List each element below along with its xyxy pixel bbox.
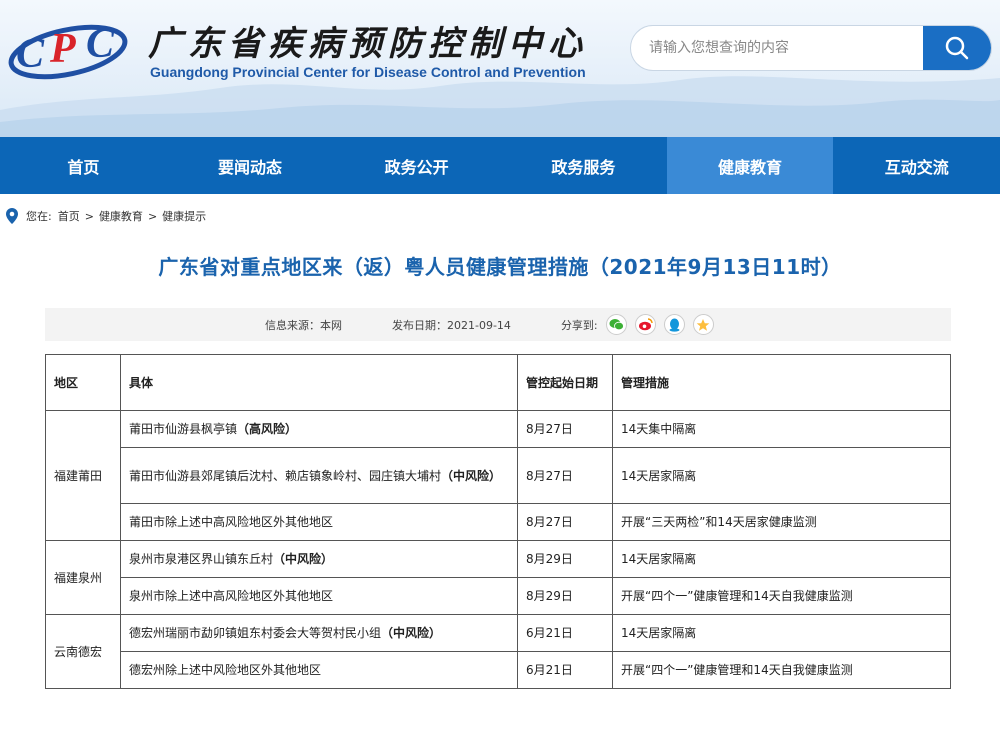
article-source: 信息来源：本网 — [265, 318, 342, 332]
table-row: 莆田市仙游县郊尾镇后沈村、赖店镇象岭村、园庄镇大埔村（中风险） 8月27日 14… — [46, 447, 951, 504]
measure-cell: 14天居家隔离 — [612, 447, 951, 504]
nav-interaction[interactable]: 互动交流 — [833, 137, 1000, 194]
breadcrumb: 您在: 首页 > 健康教育 > 健康提示 — [0, 202, 1000, 230]
table-row: 莆田市除上述中高风险地区外其他地区 8月27日 开展“三天两检”和14天居家健康… — [46, 503, 951, 541]
detail-cell: 莆田市除上述中高风险地区外其他地区 — [120, 503, 518, 541]
svg-text:C: C — [16, 31, 45, 77]
measure-cell: 14天集中隔离 — [612, 410, 951, 448]
search-input[interactable] — [631, 26, 923, 70]
date-cell: 8月27日 — [517, 503, 613, 541]
svg-text:P: P — [49, 26, 76, 72]
date-cell: 8月27日 — [517, 410, 613, 448]
cdc-logo[interactable]: C P C — [6, 12, 136, 82]
search-button[interactable] — [923, 26, 991, 70]
table-row: 云南德宏 德宏州瑞丽市勐卯镇姐东村委会大等贺村民小组（中风险） 6月21日 14… — [45, 614, 951, 689]
nav-government-services[interactable]: 政务服务 — [500, 137, 667, 194]
wechat-icon[interactable] — [605, 314, 627, 335]
measure-cell: 开展“四个一”健康管理和14天自我健康监测 — [612, 651, 951, 689]
breadcrumb-label: 您在: — [26, 210, 52, 223]
nav-news[interactable]: 要闻动态 — [167, 137, 334, 194]
date-cell: 8月29日 — [517, 577, 613, 615]
share-label: 分享到: — [560, 318, 598, 332]
weibo-icon[interactable] — [634, 314, 656, 335]
header-detail: 具体 — [120, 354, 518, 411]
region-cell: 云南德宏 — [45, 614, 121, 689]
detail-cell: 莆田市仙游县郊尾镇后沈村、赖店镇象岭村、园庄镇大埔村（中风险） — [120, 447, 518, 504]
breadcrumb-health-tips[interactable]: 健康提示 — [162, 208, 206, 224]
detail-cell: 泉州市泉港区界山镇东丘村（中风险） — [120, 540, 518, 578]
risk-level: （中风险） — [273, 552, 334, 566]
date-cell: 8月29日 — [517, 540, 613, 578]
site-header: C P C 广东省疾病预防控制中心 Guangdong Provincial C… — [0, 0, 1000, 137]
header-start-date: 管控起始日期 — [517, 354, 613, 411]
measure-cell: 14天居家隔离 — [612, 614, 951, 652]
svg-text:C: C — [86, 21, 115, 67]
article-meta: 信息来源：本网 发布日期：2021-09-14 分享到: — [45, 308, 951, 341]
table-header-row: 地区 具体 管控起始日期 管理措施 — [45, 354, 951, 411]
nav-government-affairs[interactable]: 政务公开 — [333, 137, 500, 194]
region-cell: 福建泉州 — [45, 540, 121, 615]
search-box — [630, 25, 992, 71]
share-bar: 分享到: — [561, 314, 714, 335]
search-icon — [945, 36, 969, 60]
site-title-cn: 广东省疾病预防控制中心 — [148, 24, 588, 64]
location-pin-icon — [6, 208, 18, 224]
date-cell: 6月21日 — [517, 651, 613, 689]
table-row: 泉州市除上述中高风险地区外其他地区 8月29日 开展“四个一”健康管理和14天自… — [46, 577, 951, 615]
detail-cell: 德宏州瑞丽市勐卯镇姐东村委会大等贺村民小组（中风险） — [120, 614, 518, 652]
breadcrumb-separator: > — [147, 209, 158, 223]
header-region: 地区 — [45, 354, 121, 411]
table-row: 福建泉州 泉州市泉港区界山镇东丘村（中风险） 8月29日 14天居家隔离 — [45, 540, 951, 615]
breadcrumb-home[interactable]: 首页 — [58, 208, 80, 224]
measure-cell: 开展“四个一”健康管理和14天自我健康监测 — [612, 577, 951, 615]
article-date: 发布日期：2021-09-14 — [392, 318, 511, 332]
measure-cell: 14天居家隔离 — [612, 540, 951, 578]
detail-cell: 德宏州除上述中风险地区外其他地区 — [120, 651, 518, 689]
nav-health-education[interactable]: 健康教育 — [666, 137, 834, 194]
region-cell: 福建莆田 — [45, 410, 121, 541]
qzone-icon[interactable] — [692, 314, 714, 335]
breadcrumb-health-education[interactable]: 健康教育 — [99, 208, 143, 224]
breadcrumb-separator: > — [84, 209, 94, 223]
detail-cell: 泉州市除上述中高风险地区外其他地区 — [120, 577, 518, 615]
risk-level: （高风险） — [237, 422, 298, 436]
measure-cell: 开展“三天两检”和14天居家健康监测 — [612, 503, 951, 541]
main-nav: 首页 要闻动态 政务公开 政务服务 健康教育 互动交流 — [0, 137, 1000, 194]
risk-level: （中风险） — [381, 626, 442, 640]
qq-icon[interactable] — [663, 314, 685, 335]
risk-level: （中风险） — [441, 468, 502, 483]
table-row: 德宏州除上述中风险地区外其他地区 6月21日 开展“四个一”健康管理和14天自我… — [46, 651, 951, 689]
detail-cell: 莆田市仙游县枫亭镇（高风险） — [120, 410, 518, 448]
nav-home[interactable]: 首页 — [0, 137, 167, 194]
date-cell: 8月27日 — [517, 447, 613, 504]
header-measures: 管理措施 — [612, 354, 951, 411]
measures-table: 地区 具体 管控起始日期 管理措施 福建莆田 莆田市仙游县枫亭镇（高风险） 8月… — [45, 354, 951, 689]
date-cell: 6月21日 — [517, 614, 613, 652]
article-title: 广东省对重点地区来（返）粤人员健康管理措施（2021年9月13日11时） — [158, 255, 842, 279]
site-title-en: Guangdong Provincial Center for Disease … — [150, 64, 586, 80]
table-row: 福建莆田 莆田市仙游县枫亭镇（高风险） 8月27日 14天集中隔离 — [45, 410, 951, 541]
